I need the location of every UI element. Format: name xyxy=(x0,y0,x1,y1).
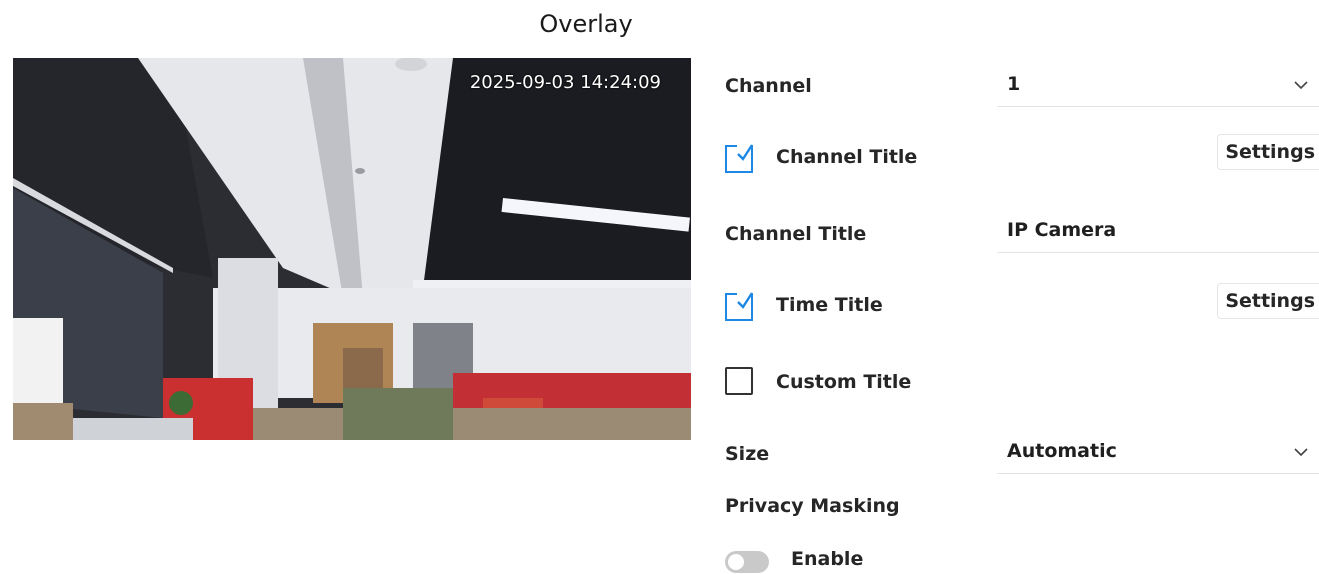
channel-title-input[interactable]: IP Camera xyxy=(997,207,1319,253)
channel-select[interactable]: 1 xyxy=(997,61,1319,107)
channel-title-checkbox[interactable] xyxy=(725,142,754,173)
timestamp-overlay: 2025-09-03 14:24:09 xyxy=(469,72,661,93)
size-select[interactable]: Automatic xyxy=(997,428,1319,474)
size-label: Size xyxy=(725,443,770,465)
privacy-masking-heading: Privacy Masking xyxy=(725,495,900,517)
channel-title-field-label: Channel Title xyxy=(725,223,867,245)
channel-title-value: IP Camera xyxy=(1007,218,1117,241)
size-value: Automatic xyxy=(1007,439,1117,462)
checkbox-checked-icon xyxy=(725,290,754,321)
channel-title-toggle-label: Channel Title xyxy=(776,146,918,168)
camera-scene-image xyxy=(13,58,691,440)
camera-preview: 2025-09-03 14:24:09 xyxy=(13,58,691,440)
channel-value: 1 xyxy=(1007,72,1021,95)
chevron-down-icon xyxy=(1293,73,1309,95)
time-title-settings-button[interactable]: Settings xyxy=(1217,283,1319,319)
toggle-knob xyxy=(728,554,744,570)
page-title: Overlay xyxy=(539,10,633,38)
chevron-down-icon xyxy=(1293,440,1309,462)
privacy-enable-label: Enable xyxy=(791,548,864,570)
custom-title-label: Custom Title xyxy=(776,371,912,393)
channel-title-settings-button[interactable]: Settings xyxy=(1217,134,1319,170)
custom-title-checkbox[interactable] xyxy=(725,367,753,395)
time-title-label: Time Title xyxy=(776,294,883,316)
channel-label: Channel xyxy=(725,75,812,97)
time-title-checkbox[interactable] xyxy=(725,290,754,321)
checkbox-checked-icon xyxy=(725,142,754,173)
privacy-enable-toggle[interactable] xyxy=(725,551,769,573)
